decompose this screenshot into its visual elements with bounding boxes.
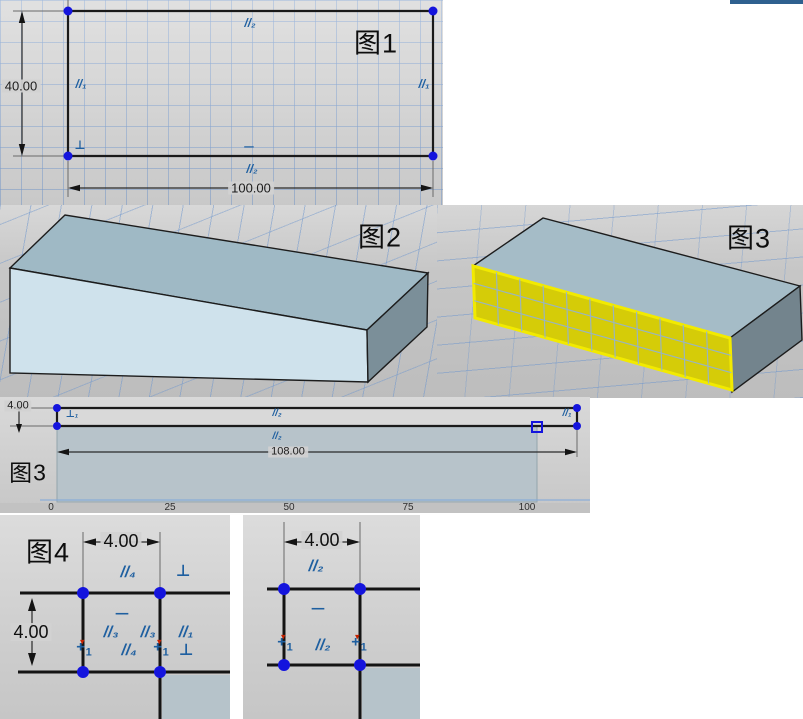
- constraint-perpendicular-bottom: ⊥: [179, 643, 194, 659]
- constraint-perpendicular: ⊥: [75, 139, 86, 151]
- coincident-marker-1-right: +▾1: [153, 640, 172, 659]
- coincident-marker-1-left: +▾1: [277, 635, 296, 654]
- panel-fig2-3d-block: 图2: [0, 205, 437, 398]
- vertex-dot[interactable]: [429, 7, 438, 16]
- panel-fig3-strip-sketch: 4.00 ⊥₁ //₂ //₁ //₂ 108.00 图3 0 25 50 75 100: [0, 397, 590, 513]
- figure-label: 图3: [727, 226, 771, 253]
- vertex-dot[interactable]: [53, 404, 61, 412]
- vertex-dot[interactable]: [573, 404, 581, 412]
- figure-label: 图3: [9, 462, 47, 485]
- panel-fig4-detail-right: 4.00 //₂ – +▾1 //₂ +▾1: [243, 515, 420, 719]
- constraint-horizontal: –: [244, 140, 255, 152]
- figure-label: 图2: [358, 225, 402, 252]
- dim-height-40: 40.00: [2, 80, 41, 93]
- constraint-parallel-4-bottom: //₄: [121, 643, 136, 659]
- constraint-parallel-1: //₁: [562, 409, 571, 419]
- red-tick-icon: ▾: [157, 637, 162, 647]
- vertex-dot[interactable]: [573, 422, 581, 430]
- figure-label: 图4: [26, 540, 70, 567]
- strip-interior: [57, 408, 577, 426]
- constraint-horizontal: –: [311, 601, 325, 617]
- solid-face-corner: [162, 675, 230, 719]
- panel-fig4-detail-left: 图44.004.00//₄⊥–//₃//₃//₁+▾1//₄+▾1⊥: [0, 515, 230, 719]
- vertex-dot[interactable]: [154, 587, 166, 599]
- coincident-marker-1-left: +▾1: [76, 640, 95, 659]
- constraint-parallel-4-top: //₄: [120, 565, 135, 581]
- figure-label: 图1: [354, 31, 398, 58]
- ruler-tick-25: 25: [164, 503, 175, 513]
- dim-top-4: 4.00: [100, 532, 141, 550]
- constraint-parallel-2-bottom: //₂: [272, 432, 281, 442]
- red-tick-icon: ▾: [355, 632, 360, 642]
- constraint-parallel-2-top: //₂: [272, 409, 281, 419]
- vertex-dot[interactable]: [429, 152, 438, 161]
- constraint-perpendicular-top: ⊥: [176, 564, 191, 580]
- solid-face-corner: [362, 668, 420, 719]
- constraint-parallel-2-bottom: //₂: [316, 638, 331, 654]
- vertex-dot[interactable]: [278, 659, 290, 671]
- constraint-perpendicular-1: ⊥₁: [66, 410, 79, 420]
- ruler-tick-75: 75: [402, 503, 413, 513]
- vertex-dot[interactable]: [354, 583, 366, 595]
- dim-length-108: 108.00: [268, 447, 308, 458]
- dim-width-100: 100.00: [228, 182, 274, 195]
- constraint-parallel-2-top: //₂: [309, 559, 324, 575]
- vertex-dot[interactable]: [64, 7, 73, 16]
- panel-fig1-sketch: 40.00 100.00 //₂ //₁ //₁ ⊥ – //₂ 图1: [0, 0, 443, 205]
- dim-top-4: 4.00: [301, 531, 342, 549]
- vertex-dot[interactable]: [278, 583, 290, 595]
- vertex-dot[interactable]: [77, 666, 89, 678]
- constraint-parallel-1-left: //₁: [76, 78, 87, 90]
- red-tick-icon: ▾: [80, 637, 85, 647]
- constraint-parallel-1: //₁: [179, 625, 194, 641]
- dim-left-4: 4.00: [10, 623, 51, 641]
- vertex-dot[interactable]: [77, 587, 89, 599]
- vertex-dot[interactable]: [354, 659, 366, 671]
- ruler-tick-0: 0: [48, 503, 54, 513]
- vertex-dot[interactable]: [154, 666, 166, 678]
- constraint-parallel-2-top: //₂: [244, 17, 255, 29]
- constraint-horizontal: –: [115, 606, 129, 622]
- extruded-face-preview[interactable]: [57, 426, 537, 502]
- ruler-tick-50: 50: [283, 503, 294, 513]
- cad-screenshot-collage: 40.00 100.00 //₂ //₁ //₁ ⊥ – //₂ 图1 图2: [0, 0, 803, 719]
- vertex-dot[interactable]: [64, 152, 73, 161]
- dim-height-4: 4.00: [4, 401, 31, 412]
- ruler-tick-100: 100: [519, 503, 536, 513]
- panel-fig3-3d-block-selected-face: 图3: [437, 205, 803, 398]
- red-tick-icon: ▾: [281, 632, 286, 642]
- window-edge-bar: [730, 0, 803, 4]
- constraint-parallel-2-bottom: //₂: [246, 163, 257, 175]
- vertex-dot[interactable]: [53, 422, 61, 430]
- coincident-marker-1-right: +▾1: [351, 635, 370, 654]
- constraint-parallel-3-a: //₃: [103, 625, 118, 641]
- ruler-strip: [0, 503, 590, 513]
- constraint-parallel-1-right: //₁: [419, 78, 430, 90]
